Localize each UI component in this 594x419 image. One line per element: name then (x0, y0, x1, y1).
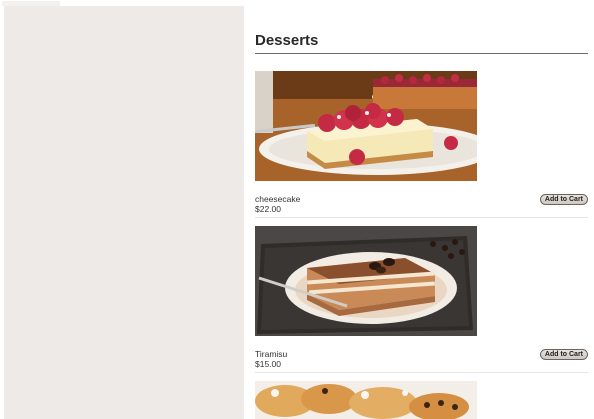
row-divider (255, 217, 588, 218)
product-price: $22.00 (255, 204, 281, 214)
product-price: $15.00 (255, 359, 281, 369)
product-card-partial (255, 381, 588, 419)
cheesecake-image[interactable] (255, 71, 477, 181)
title-divider (255, 53, 588, 54)
desserts-section: Desserts cheesecake $22.00 Add to Cart T… (244, 11, 594, 419)
product-card-tiramisu: Tiramisu $15.00 Add to Cart (255, 226, 588, 373)
section-title: Desserts (255, 32, 319, 49)
product-name: cheesecake (255, 194, 301, 204)
row-divider (255, 372, 588, 373)
add-to-cart-button[interactable]: Add to Cart (539, 349, 588, 360)
product-info: Tiramisu $15.00 Add to Cart (255, 342, 588, 373)
product-info: cheesecake $22.00 Add to Cart (255, 187, 588, 218)
pastry-image[interactable] (255, 381, 477, 419)
product-card-cheesecake: cheesecake $22.00 Add to Cart (255, 71, 588, 218)
left-panel (4, 6, 244, 419)
tiramisu-image[interactable] (255, 226, 477, 336)
page: Desserts cheesecake $22.00 Add to Cart T… (0, 0, 594, 419)
add-to-cart-button[interactable]: Add to Cart (539, 194, 588, 205)
product-name: Tiramisu (255, 349, 288, 359)
